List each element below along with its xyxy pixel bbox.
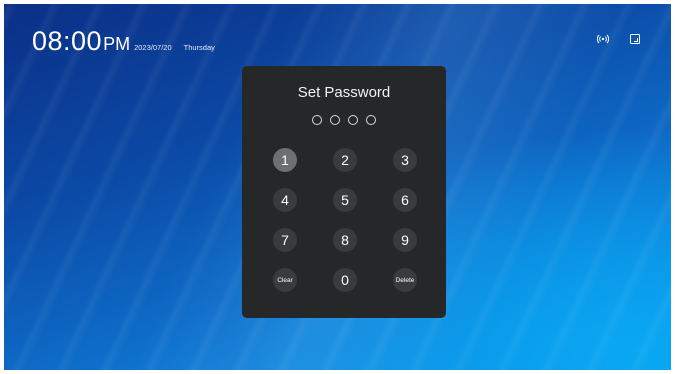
delete-button[interactable]: Delete — [393, 268, 417, 292]
key-6[interactable]: 6 — [393, 188, 417, 212]
status-icons — [596, 32, 641, 44]
clock-day: Thursday — [183, 43, 215, 52]
input-source-icon[interactable] — [629, 32, 641, 44]
keypad: 1 2 3 4 5 6 7 8 9 Clear 0 Delete — [242, 66, 446, 318]
clock-time: 08:00 — [32, 26, 103, 56]
desktop-wallpaper: 08:00 PM 2023/07/20 Thursday Set Passwor… — [4, 4, 671, 370]
key-9[interactable]: 9 — [393, 228, 417, 252]
key-7[interactable]: 7 — [273, 228, 297, 252]
key-1[interactable]: 1 — [273, 148, 297, 172]
clock-widget: 08:00 PM 2023/07/20 Thursday — [32, 26, 215, 57]
set-password-dialog: Set Password 1 2 3 4 5 6 7 8 9 Clear 0 D… — [242, 66, 446, 318]
clear-button[interactable]: Clear — [273, 268, 297, 292]
key-3[interactable]: 3 — [393, 148, 417, 172]
signal-icon[interactable] — [596, 32, 610, 44]
key-4[interactable]: 4 — [273, 188, 297, 212]
key-0[interactable]: 0 — [333, 268, 357, 292]
clock-date: 2023/07/20 — [134, 43, 172, 52]
key-2[interactable]: 2 — [333, 148, 357, 172]
clock-ampm: PM — [103, 34, 131, 54]
key-5[interactable]: 5 — [333, 188, 357, 212]
key-8[interactable]: 8 — [333, 228, 357, 252]
